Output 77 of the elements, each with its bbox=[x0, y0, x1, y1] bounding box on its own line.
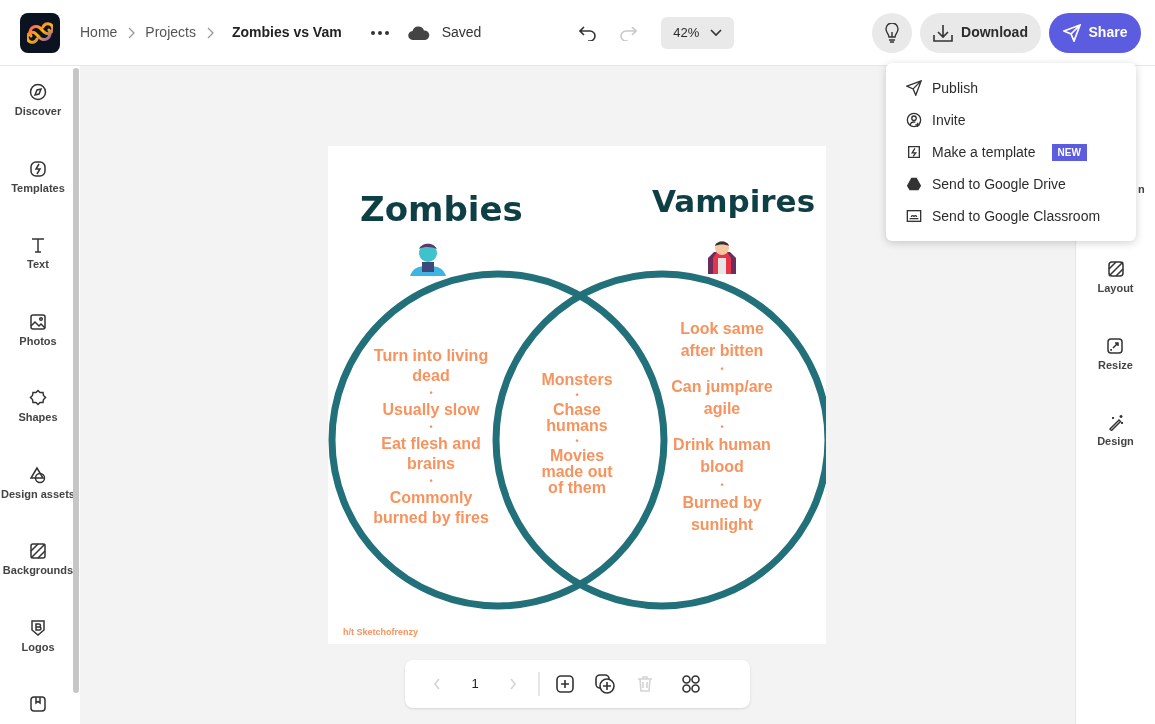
title-text: Vampires bbox=[652, 186, 816, 217]
classroom-icon bbox=[906, 208, 922, 224]
sidebar-item[interactable]: Backgrounds bbox=[2, 542, 74, 579]
library-icon[interactable] bbox=[29, 695, 47, 713]
zoom-dropdown[interactable]: 42% bbox=[661, 16, 735, 49]
breadcrumb-link[interactable]: Projects bbox=[145, 22, 196, 43]
template-icon bbox=[29, 159, 47, 178]
menu-item[interactable]: Publish bbox=[886, 72, 1136, 104]
sidebar-item[interactable]: Shapes bbox=[18, 389, 58, 426]
scrollbar[interactable] bbox=[73, 68, 79, 693]
send-icon bbox=[906, 80, 922, 96]
badge-icon bbox=[29, 618, 47, 637]
list-text: Eat flesh and brains bbox=[380, 434, 482, 474]
bullet-text: • bbox=[429, 421, 433, 434]
title-text: Zombies bbox=[360, 192, 523, 226]
chevron-right-icon bbox=[205, 26, 214, 39]
chevron-right-icon bbox=[127, 26, 136, 39]
image-icon bbox=[29, 312, 47, 331]
cloud-icon bbox=[407, 25, 430, 40]
bullet-text: • bbox=[575, 389, 579, 402]
list-text: Drink human blood bbox=[672, 435, 772, 477]
text-icon bbox=[29, 236, 47, 254]
sidebar-item[interactable]: Templates bbox=[11, 159, 65, 196]
shapes-icon bbox=[29, 465, 47, 484]
magic-wand-icon bbox=[1106, 413, 1125, 431]
new-badge: NEW bbox=[1051, 143, 1087, 161]
list-text: Can jump/are agile bbox=[670, 377, 774, 419]
sidebar-item[interactable]: Logos bbox=[21, 618, 55, 655]
shape-icon bbox=[29, 389, 47, 407]
grid-view-icon[interactable] bbox=[681, 674, 701, 694]
lightbulb-icon[interactable] bbox=[872, 12, 912, 53]
list-text: Usually slow bbox=[382, 400, 480, 420]
bullet-text: • bbox=[429, 387, 433, 400]
sidebar-item[interactable]: Design assets bbox=[1, 465, 75, 502]
rail-item[interactable]: Design bbox=[1097, 413, 1134, 450]
bullet-text: • bbox=[720, 363, 724, 376]
menu-item[interactable]: Invite bbox=[886, 104, 1136, 136]
list-text: Look same after bitten bbox=[679, 319, 765, 361]
list-text: Burned by sunlight bbox=[681, 493, 763, 535]
list-text: Movies made out of them bbox=[540, 448, 614, 496]
save-status: Saved bbox=[441, 23, 482, 42]
credit-text: h/t Sketchofrenzy bbox=[343, 626, 418, 639]
menu-item[interactable]: Send to Google Classroom bbox=[886, 200, 1136, 232]
bullet-text: • bbox=[720, 479, 724, 492]
list-text: Turn into living dead bbox=[372, 346, 490, 386]
duplicate-page-icon[interactable] bbox=[595, 674, 615, 694]
menu-item[interactable]: Make a template NEW bbox=[886, 136, 1136, 168]
pattern-icon bbox=[1106, 260, 1125, 278]
list-text: Commonly burned by fires bbox=[372, 488, 490, 528]
breadcrumb-link[interactable]: Home bbox=[80, 22, 118, 43]
list-text: Monsters bbox=[541, 372, 613, 388]
bullet-text: • bbox=[720, 421, 724, 434]
menu-item[interactable]: Send to Google Drive bbox=[886, 168, 1136, 200]
sidebar-item[interactable]: Text bbox=[27, 236, 49, 273]
bullet-text: • bbox=[429, 475, 433, 488]
user-add-icon bbox=[906, 112, 922, 128]
document-title[interactable]: Zombies vs Vam bbox=[231, 22, 342, 43]
list-text: Chase humans bbox=[545, 402, 609, 434]
app-logo-icon[interactable] bbox=[20, 12, 60, 53]
share-button[interactable]: Share bbox=[1049, 12, 1141, 53]
bullet-text: • bbox=[575, 435, 579, 448]
download-icon bbox=[933, 23, 954, 42]
download-button[interactable]: Download bbox=[920, 12, 1041, 53]
template-icon bbox=[906, 144, 922, 160]
page-number: 1 bbox=[471, 675, 479, 694]
chevron-down-icon bbox=[710, 28, 723, 37]
add-page-icon[interactable] bbox=[555, 674, 575, 694]
sidebar-item[interactable]: Discover bbox=[14, 83, 62, 120]
send-icon bbox=[1062, 23, 1081, 42]
rail-item[interactable]: Layout bbox=[1097, 260, 1134, 297]
rail-item[interactable]: Resize bbox=[1098, 336, 1133, 373]
compass-icon bbox=[29, 83, 47, 101]
pattern-icon bbox=[29, 542, 47, 560]
rail-label: n bbox=[1138, 182, 1145, 197]
vampire-figure-drawing bbox=[708, 238, 736, 274]
sidebar-item[interactable]: Photos bbox=[19, 312, 57, 349]
resize-icon bbox=[1106, 336, 1125, 355]
